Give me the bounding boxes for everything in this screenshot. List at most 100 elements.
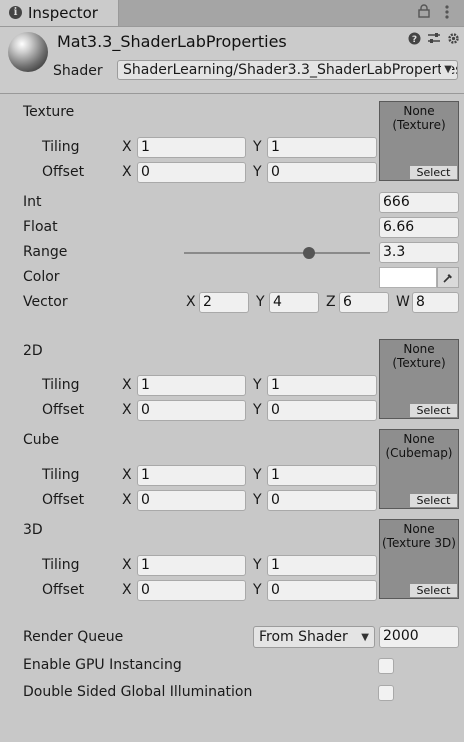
tex3d-offset-x-field[interactable]: 0 <box>137 580 246 601</box>
axis-x-label: X <box>122 139 132 155</box>
cube-tiling-y-field[interactable]: 1 <box>267 465 377 486</box>
texture-offset-label: Offset <box>42 164 85 180</box>
axis-x-label: X <box>122 492 132 508</box>
texture-offset-y-field[interactable]: 0 <box>267 162 377 183</box>
tex3d-label: 3D <box>23 522 43 538</box>
vector-z-field[interactable]: 6 <box>339 292 389 313</box>
cube-label: Cube <box>23 432 60 448</box>
axis-y-label: Y <box>253 492 262 508</box>
cube-offset-x-field[interactable]: 0 <box>137 490 246 511</box>
render-queue-field[interactable]: 2000 <box>379 626 459 648</box>
tex3d-tiling-x-field[interactable]: 1 <box>137 555 246 576</box>
float-label: Float <box>23 219 58 235</box>
info-icon: i <box>9 6 22 19</box>
texture-slot[interactable]: None (Texture) Select <box>379 101 459 181</box>
vector-x-field[interactable]: 2 <box>199 292 249 313</box>
axis-x-label: X <box>186 294 196 310</box>
tex2d-tiling-x-field[interactable]: 1 <box>137 375 246 396</box>
double-sided-gi-label: Double Sided Global Illumination <box>23 684 253 700</box>
texture-tiling-y-field[interactable]: 1 <box>267 137 377 158</box>
cube-select-button[interactable]: Select <box>410 494 457 507</box>
gpu-instancing-label: Enable GPU Instancing <box>23 657 182 673</box>
tab-inspector[interactable]: i Inspector <box>0 0 119 26</box>
render-queue-dropdown-value: From Shader <box>259 629 348 645</box>
texture-tiling-label: Tiling <box>42 139 80 155</box>
color-label: Color <box>23 269 60 285</box>
shader-label: Shader <box>53 63 103 79</box>
texture-tiling-x-field[interactable]: 1 <box>137 137 246 158</box>
texture-offset-x-field[interactable]: 0 <box>137 162 246 183</box>
tex2d-slot[interactable]: None (Texture) Select <box>379 339 459 419</box>
axis-z-label: Z <box>326 294 336 310</box>
gpu-instancing-checkbox[interactable] <box>378 658 394 674</box>
tex2d-tiling-label: Tiling <box>42 377 80 393</box>
vector-w-field[interactable]: 8 <box>412 292 459 313</box>
double-sided-gi-checkbox[interactable] <box>378 685 394 701</box>
tex2d-select-button[interactable]: Select <box>410 404 457 417</box>
texture-label: Texture <box>23 104 75 120</box>
axis-y-label: Y <box>253 139 262 155</box>
range-slider-handle[interactable] <box>302 247 315 259</box>
axis-y-label: Y <box>253 582 262 598</box>
cube-tiling-x-field[interactable]: 1 <box>137 465 246 486</box>
cube-tiling-label: Tiling <box>42 467 80 483</box>
axis-w-label: W <box>396 294 410 310</box>
axis-y-label: Y <box>253 164 262 180</box>
cube-offset-y-field[interactable]: 0 <box>267 490 377 511</box>
material-title: Mat3.3_ShaderLabProperties <box>57 32 287 51</box>
tex3d-slot[interactable]: None (Texture 3D) Select <box>379 519 459 599</box>
range-slider-track[interactable] <box>184 252 370 254</box>
cube-slot[interactable]: None (Cubemap) Select <box>379 429 459 509</box>
material-preview-sphere <box>8 32 48 72</box>
axis-x-label: X <box>122 377 132 393</box>
axis-y-label: Y <box>253 467 262 483</box>
color-swatch[interactable] <box>379 267 437 288</box>
axis-y-label: Y <box>253 377 262 393</box>
axis-y-label: Y <box>253 402 262 418</box>
float-field[interactable]: 6.66 <box>379 217 459 238</box>
material-header: Mat3.3_ShaderLabProperties ? Shader Shad… <box>0 27 464 94</box>
tex3d-offset-label: Offset <box>42 582 85 598</box>
lock-icon[interactable] <box>418 4 430 22</box>
axis-x-label: X <box>122 402 132 418</box>
tex3d-tiling-label: Tiling <box>42 557 80 573</box>
cube-slot-text: None (Cubemap) <box>385 432 453 460</box>
tex2d-label: 2D <box>23 343 43 359</box>
axis-x-label: X <box>122 582 132 598</box>
range-field[interactable]: 3.3 <box>379 242 459 263</box>
sliders-icon[interactable] <box>427 32 441 49</box>
eyedropper-icon[interactable] <box>437 267 459 288</box>
tex3d-offset-y-field[interactable]: 0 <box>267 580 377 601</box>
axis-x-label: X <box>122 164 132 180</box>
svg-text:?: ? <box>412 35 417 45</box>
tex3d-select-button[interactable]: Select <box>410 584 457 597</box>
int-field[interactable]: 666 <box>379 192 459 213</box>
axis-x-label: X <box>122 557 132 573</box>
vector-y-field[interactable]: 4 <box>269 292 319 313</box>
tex3d-tiling-y-field[interactable]: 1 <box>267 555 377 576</box>
tex2d-offset-label: Offset <box>42 402 85 418</box>
shader-dropdown[interactable]: ShaderLearning/Shader3.3_ShaderLabProper… <box>117 60 458 80</box>
range-label: Range <box>23 244 68 260</box>
help-icon[interactable]: ? <box>408 32 421 49</box>
texture-select-button[interactable]: Select <box>410 166 457 179</box>
cube-offset-label: Offset <box>42 492 85 508</box>
tex2d-offset-y-field[interactable]: 0 <box>267 400 377 421</box>
chevron-down-icon: ▼ <box>361 632 369 643</box>
axis-x-label: X <box>122 467 132 483</box>
kebab-menu-icon[interactable] <box>444 4 450 24</box>
shader-dropdown-value: ShaderLearning/Shader3.3_ShaderLabProper… <box>123 62 458 78</box>
int-label: Int <box>23 194 42 210</box>
tex2d-tiling-y-field[interactable]: 1 <box>267 375 377 396</box>
render-queue-dropdown[interactable]: From Shader ▼ <box>253 626 375 648</box>
render-queue-label: Render Queue <box>23 629 124 645</box>
axis-y-label: Y <box>256 294 265 310</box>
gear-icon[interactable] <box>447 32 460 49</box>
vector-label: Vector <box>23 294 68 310</box>
tab-label: Inspector <box>28 4 98 22</box>
tex3d-slot-text: None (Texture 3D) <box>382 522 456 550</box>
tex2d-slot-text: None (Texture) <box>392 342 446 370</box>
texture-slot-text: None (Texture) <box>392 104 446 132</box>
tex2d-offset-x-field[interactable]: 0 <box>137 400 246 421</box>
chevron-down-icon: ▼ <box>441 61 452 79</box>
